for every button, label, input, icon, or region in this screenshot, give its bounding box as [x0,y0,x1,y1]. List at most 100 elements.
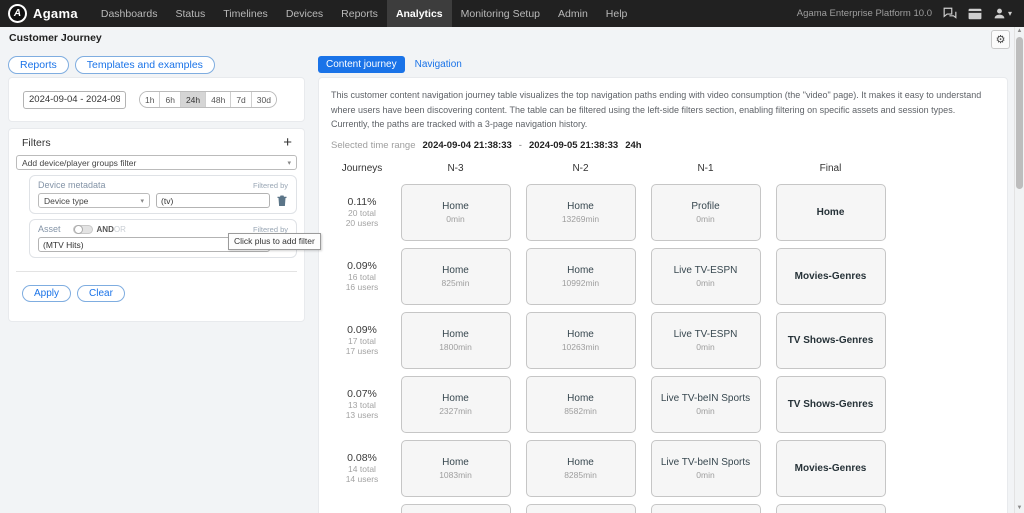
device-type-select[interactable]: Device type ▾ [38,193,150,208]
device-player-groups-select[interactable]: Add device/player groups filter ▾ [16,155,297,170]
journey-card-duration: 1800min [439,342,472,352]
device-metadata-filter: Device metadata Filtered by Device type … [29,175,297,214]
tab-templates-and-examples[interactable]: Templates and examples [75,56,215,74]
journey-card-title: Home [567,329,594,340]
journey-card-duration: 0min [696,342,714,352]
nav-item-reports[interactable]: Reports [332,0,387,27]
page-scrollbar[interactable]: ▲ ▼ [1014,27,1024,513]
journey-step-card [401,504,511,513]
nav-item-analytics[interactable]: Analytics [387,0,452,27]
chat-icon[interactable] [943,7,957,20]
billing-icon[interactable] [968,8,982,20]
journey-step-card: Profile0min [651,184,761,241]
journey-step-card: Live TV-ESPN0min [651,248,761,305]
journey-percent: 0.09% [346,324,379,336]
journey-step-card: Home1083min [401,440,511,497]
tab-reports[interactable]: Reports [8,56,69,74]
time-range-end: 2024-09-05 21:38:33 [529,140,618,151]
journey-users: 13 users [346,410,379,421]
journey-card-duration: 0min [696,470,714,480]
scroll-down-icon[interactable]: ▼ [1015,505,1024,511]
nav-item-monitoring-setup[interactable]: Monitoring Setup [452,0,549,27]
settings-button[interactable]: ⚙ [991,30,1010,49]
filtered-by-label: Filtered by [253,181,288,190]
journey-step-card: Home1800min [401,312,511,369]
journey-percent: 0.07% [346,388,379,400]
journey-final-card: Movies-Genres [776,440,886,497]
journey-users: 17 users [346,346,379,357]
journey-table-header: Journeys N-3 N-2 N-1 Final [331,163,995,174]
journey-card-title: Profile [691,201,719,212]
journey-card-title: Home [567,457,594,468]
scrollbar-thumb[interactable] [1016,37,1023,189]
journey-stats: 0.09%17 total17 users [346,324,379,357]
journey-card-title: Live TV-ESPN [674,265,738,276]
nav-item-dashboards[interactable]: Dashboards [92,0,167,27]
journey-final-card: Movies-Genres [776,248,886,305]
date-range-input[interactable] [23,91,126,109]
journey-percent: 0.11% [346,196,379,208]
nav-item-help[interactable]: Help [597,0,637,27]
journey-step-card: Live TV-beIN Sports0min [651,440,761,497]
journey-card-title: Home [442,457,469,468]
brand[interactable]: A Agama [8,4,78,23]
journey-card-duration: 825min [442,278,470,288]
time-button-48h[interactable]: 48h [205,92,230,107]
journey-card-duration: 10992min [562,278,599,288]
journey-card-duration: 0min [696,406,714,416]
time-button-7d[interactable]: 7d [230,92,250,107]
trash-icon[interactable] [276,194,288,207]
time-button-6h[interactable]: 6h [159,92,179,107]
journey-step-card [651,504,761,513]
user-icon [993,7,1006,20]
journey-total: 14 total [346,464,379,475]
col-journeys: Journeys [342,163,383,174]
user-menu[interactable]: ▾ [993,7,1012,20]
journey-rows: 0.11%20 total20 usersHome0minHome13269mi… [331,184,995,513]
tab-content-journey[interactable]: Content journey [318,56,405,73]
device-type-value-input[interactable] [156,193,270,208]
journey-card-title: Home [442,201,469,212]
time-range-duration: 24h [625,140,641,151]
page: Customer Journey ⚙ Reports Templates and… [0,27,1024,513]
journey-stats: 0.11%20 total20 users [346,196,379,229]
time-button-1h[interactable]: 1h [140,92,159,107]
nav-item-devices[interactable]: Devices [277,0,332,27]
journey-card-title: Live TV-ESPN [674,329,738,340]
time-range-start: 2024-09-04 21:38:33 [423,140,512,151]
time-button-30d[interactable]: 30d [251,92,276,107]
content-journey-panel: This customer content navigation journey… [318,77,1008,513]
nav-item-admin[interactable]: Admin [549,0,597,27]
journey-card-duration: 13269min [562,214,599,224]
journey-card-duration: 0min [446,214,464,224]
divider [16,271,297,272]
journey-final-card: Home [776,184,886,241]
chevron-down-icon: ▾ [140,197,144,205]
apply-button[interactable]: Apply [22,285,71,302]
journey-card-title: Home [567,393,594,404]
tab-navigation[interactable]: Navigation [415,59,462,70]
main-tabs: Content journey Navigation [318,56,462,73]
and-or-toggle[interactable] [73,225,93,234]
nav-item-timelines[interactable]: Timelines [214,0,277,27]
left-view-tabs: Reports Templates and examples [8,56,215,74]
journey-card-title: Home [442,393,469,404]
clear-button[interactable]: Clear [77,285,125,302]
journey-final-card: TV Shows-Genres [776,376,886,433]
col-n1: N-1 [697,163,713,174]
journey-step-card: Home13269min [526,184,636,241]
device-metadata-label: Device metadata [38,180,106,190]
navbar: A Agama DashboardsStatusTimelinesDevices… [0,0,1024,27]
journey-card-title: TV Shows-Genres [788,335,874,346]
time-button-24h[interactable]: 24h [180,92,205,107]
journey-stats: 0.09%16 total16 users [346,260,379,293]
chevron-down-icon: ▾ [1008,9,1012,18]
journey-step-card: Home825min [401,248,511,305]
scroll-up-icon[interactable]: ▲ [1015,28,1024,34]
journey-card-duration: 8582min [564,406,597,416]
journey-users: 16 users [346,282,379,293]
nav-item-status[interactable]: Status [166,0,214,27]
add-filter-plus-icon[interactable]: + [283,137,292,149]
journey-card-title: TV Shows-Genres [788,399,874,410]
time-range-group: 1h6h24h48h7d30d [139,91,277,108]
